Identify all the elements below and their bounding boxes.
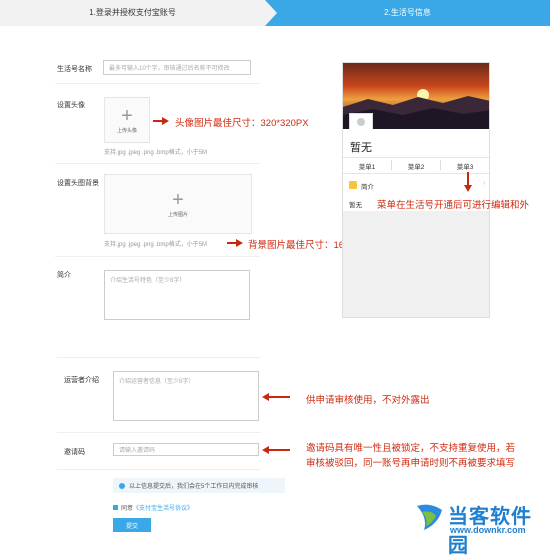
plus-icon: +	[121, 104, 133, 127]
intro-title: 简介	[361, 184, 374, 191]
menu-note: 菜单在生活号开通后可进行编辑和外	[377, 200, 530, 211]
operator-textarea[interactable]: 介绍运营者信息（至少8字）	[113, 371, 259, 421]
arrow-right-icon	[162, 117, 169, 125]
intro-icon	[349, 181, 357, 189]
info-icon	[119, 482, 125, 489]
intro-text: 暂无	[349, 202, 362, 209]
bg-upload-label: 上传图片	[167, 211, 188, 218]
step-1-tab: 1.登录并授权支付宝账号	[0, 0, 265, 26]
submit-button[interactable]: 提交	[113, 518, 151, 532]
arrow-right-icon	[236, 239, 243, 247]
divider	[57, 469, 261, 470]
menu-item-3[interactable]: 菜单3	[441, 161, 489, 171]
agree-checkbox[interactable]	[113, 505, 118, 510]
arrow-line	[268, 396, 290, 398]
menu-item-1[interactable]: 菜单1	[343, 161, 391, 171]
avatar-label: 设置头像	[57, 102, 85, 109]
step-2-tab: 2.生活号信息	[265, 0, 550, 26]
agree-prefix: 同意	[121, 506, 134, 512]
operator-placeholder: 介绍运营者信息（至少8字）	[119, 379, 195, 385]
arrow-line	[268, 449, 290, 451]
divider	[57, 432, 261, 433]
name-placeholder: 最多可输入10个字，审核通过后名称不可修改	[109, 66, 230, 72]
name-label: 生活号名称	[57, 66, 92, 73]
divider	[343, 157, 489, 158]
arrow-line	[467, 172, 469, 186]
agreement-link[interactable]: 《支付宝生活号协议》	[133, 503, 193, 512]
agreement-row: 同意 《支付宝生活号协议》	[113, 503, 193, 512]
notice-bar: 以上信息提交后，我们会在5个工作日内完成审核	[113, 478, 285, 493]
divider	[55, 83, 260, 84]
downkr-logo-icon	[417, 504, 442, 530]
avatar-upload-button[interactable]: + 上传头像	[104, 97, 150, 143]
step-arrow	[265, 0, 277, 26]
arrow-down-icon	[464, 185, 472, 192]
name-input[interactable]: 最多可输入10个字，审核通过后名称不可修改	[103, 60, 251, 75]
divider	[57, 357, 261, 358]
bg-upload-button[interactable]: + 上传图片	[104, 174, 252, 234]
invite-input[interactable]: 请输入邀请码	[113, 443, 259, 456]
divider	[55, 256, 260, 257]
invite-note-line1: 邀请码具有唯一性且被锁定，不支持重复使用，若	[306, 443, 516, 454]
invite-placeholder: 请输入邀请码	[119, 448, 156, 454]
invite-note-line2: 审核被驳回，同一账号再申请时则不再被要求填写	[306, 458, 516, 469]
invite-label: 邀请码	[64, 449, 85, 456]
divider	[55, 163, 260, 164]
intro-textarea[interactable]: 介绍生活号特色（至少8字）	[104, 270, 250, 320]
intro-label: 简介	[57, 272, 71, 279]
divider	[391, 160, 392, 170]
watermark-url: www.downkr.com	[450, 525, 526, 535]
bg-hint: 支持.jpg .jpeg .png .bmp格式，小于5M	[104, 242, 208, 248]
notice-text: 以上信息提交后，我们会在5个工作日内完成审核	[129, 484, 259, 490]
preview-name: 暂无	[350, 142, 372, 154]
plus-icon: +	[172, 188, 184, 211]
avatar-size-note: 头像图片最佳尺寸：320*320PX	[175, 118, 309, 129]
operator-note: 供申请审核使用，不对外露出	[306, 395, 430, 406]
divider	[440, 160, 441, 170]
bg-label: 设置头图背景	[57, 180, 99, 187]
intro-placeholder: 介绍生活号特色（至少8字）	[110, 278, 186, 284]
menu-item-2[interactable]: 菜单2	[392, 161, 440, 171]
avatar-hint: 支持.jpg .jpeg .png .bmp格式，小于5M	[104, 150, 208, 156]
chevron-right-icon: ›	[483, 180, 486, 187]
operator-label: 运营者介绍	[64, 377, 99, 384]
avatar-upload-label: 上传头像	[116, 127, 137, 134]
